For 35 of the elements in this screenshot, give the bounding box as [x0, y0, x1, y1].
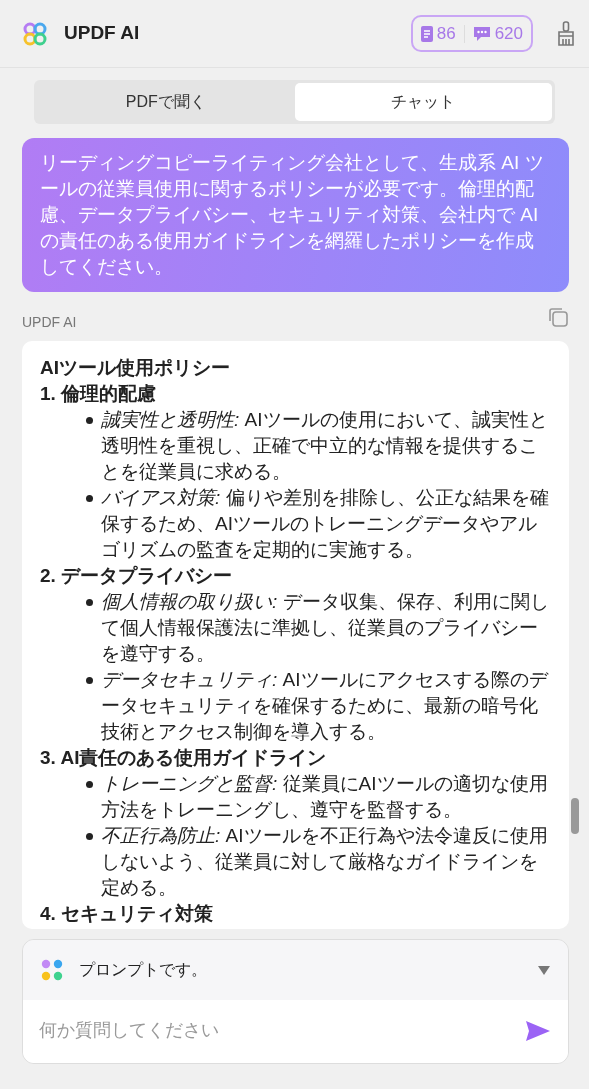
bullet-icon: [86, 495, 93, 502]
section-heading: 2. データプライバシー: [40, 564, 234, 588]
bullet-icon: [86, 417, 93, 424]
credit-count: 620: [494, 22, 523, 45]
sender-label: UPDF AI: [22, 313, 77, 332]
bullet-icon: [86, 781, 93, 788]
tab[interactable]: チャット: [294, 83, 552, 121]
bullet-text: 個人情報の取り扱い: データ収集、保存、利用に関して個人情報保護法に準拠し、従業員のプライバシーを遵守する。: [101, 590, 550, 666]
question-field[interactable]: 何か質問してください: [23, 1000, 568, 1063]
scrollbar-thumb[interactable]: [571, 798, 579, 834]
bullet-text: トレーニングと監督: 従業員にAIツールの適切な使用方法をトレーニングし、遵守を監督する。: [101, 772, 549, 822]
chat-icon: [472, 25, 491, 42]
section-heading: 1. 倫理的配慮: [40, 382, 158, 406]
bullet-text: データセキュリティ: AIツールにアクセスする際のデータセキュリティを確保するために、最新の暗号化技術とアクセス制御を導入する。: [101, 668, 550, 744]
document-icon: [420, 25, 433, 42]
bullet-text: 誠実性と透明性: AIツールの使用において、誠実性と透明性を重視し、正確で中立的な情報を提供することを従業員に求める。: [101, 408, 549, 484]
bullet-text: バイアス対策: 偏りや差別を排除し、公正な結果を確保するため、AIツールのトレーニングデータやアルゴリズムの監査を定期的に実施する。: [101, 486, 550, 562]
dropdown-caret-icon: [538, 965, 550, 975]
app-title: UPDF AI: [64, 21, 140, 46]
bullet-icon: [86, 599, 93, 606]
send-icon[interactable]: [526, 1020, 550, 1041]
bullet-icon: [86, 833, 93, 840]
prompt-icon: [41, 959, 63, 981]
question-input[interactable]: 何か質問してください: [37, 1016, 526, 1045]
response-title: AIツール使用ポリシー: [40, 356, 231, 380]
section-heading: 4. セキュリティ対策: [40, 902, 215, 926]
bullet-icon: [86, 677, 93, 684]
logo-icon: [22, 20, 48, 47]
bullet-text: 不正行為防止: AIツールを不正行為や法令違反に使用しないよう、従業員に対して厳格なガイドラインを定める。: [101, 824, 549, 900]
section-heading: 3. AI責任のある使用ガイドライン: [40, 746, 328, 770]
credit-count: 86: [436, 22, 456, 45]
user-message: リーディングコピーライティング会社として、生成系 AI ツールの従業員使用に関するポリシーが必要です。倫理的配慮、データプライバシー、セキュリティ対策、会社内で AI の責任のある使用ガイドラインを網羅したポリシーを作成してください。: [22, 138, 569, 292]
clear-icon[interactable]: [557, 20, 575, 47]
copy-icon[interactable]: [547, 305, 569, 328]
tab[interactable]: PDFで聞く: [37, 83, 295, 121]
